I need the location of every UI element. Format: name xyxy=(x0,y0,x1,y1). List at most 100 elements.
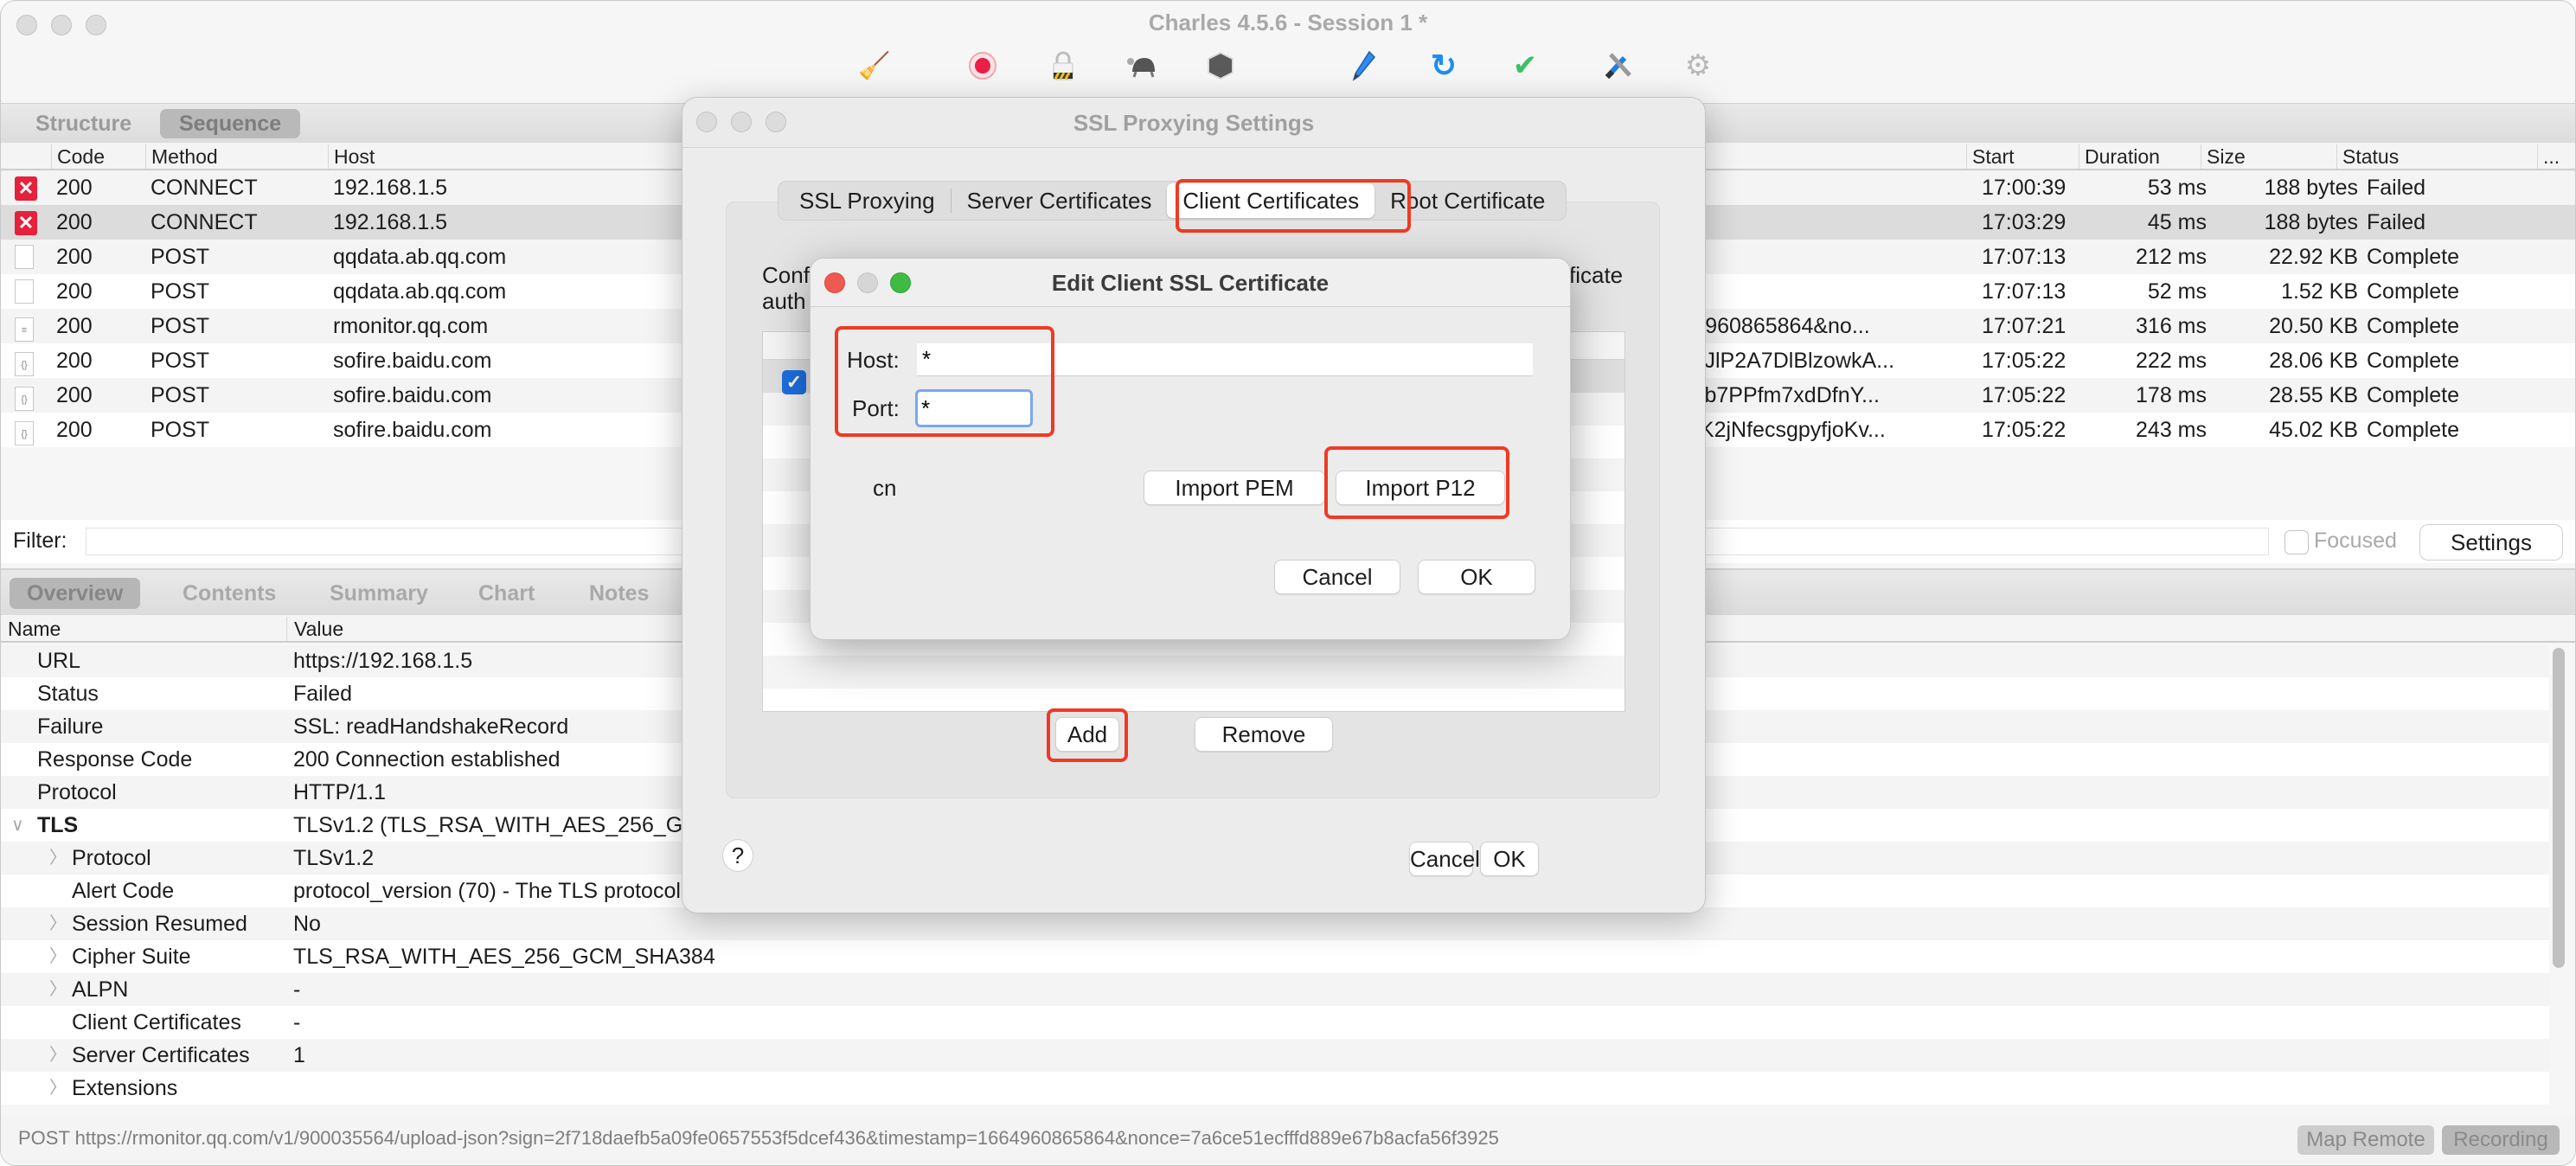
refresh-icon[interactable]: ↻ xyxy=(1426,48,1461,83)
status-bar: POST https://rmonitor.qq.com/v1/90003556… xyxy=(1,1115,2575,1165)
help-button[interactable]: ? xyxy=(722,839,753,872)
chevron-down-icon[interactable]: ∨ xyxy=(11,809,24,842)
status-cell: Complete xyxy=(2367,418,2459,442)
overview-name: Response Code xyxy=(37,747,193,772)
remove-certificate-button[interactable]: Remove xyxy=(1195,717,1333,752)
overview-name: ALPN xyxy=(72,977,129,1002)
tab-structure[interactable]: Structure xyxy=(16,109,151,138)
overview-row[interactable]: 〉 Extensions xyxy=(1,1072,2549,1105)
host-cell: qqdata.ab.qq.com xyxy=(333,279,507,304)
start-cell: 17:05:22 xyxy=(1982,349,2067,373)
size-cell: 28.55 KB xyxy=(2269,383,2358,407)
ssl-description-end: ficate xyxy=(1569,262,1624,288)
start-cell: 17:05:22 xyxy=(1982,418,2067,442)
column-header-status[interactable]: Status xyxy=(2336,144,2399,169)
focused-label: Focused xyxy=(2314,529,2397,553)
import-p12-button[interactable]: Import P12 xyxy=(1336,471,1505,505)
json-document-icon: {} xyxy=(15,421,34,445)
tools-icon[interactable] xyxy=(1601,48,1636,83)
tab-client-certificates[interactable]: Client Certificates xyxy=(1167,183,1375,218)
overview-row[interactable]: 〉 ALPN - xyxy=(1,973,2549,1006)
overview-value: TLS_RSA_WITH_AES_256_GCM_SHA384 xyxy=(293,945,715,969)
overview-scrollbar[interactable] xyxy=(2553,648,2565,968)
chevron-right-icon[interactable]: 〉 xyxy=(49,940,67,973)
overview-name: Failure xyxy=(37,714,104,739)
recording-button[interactable]: Recording xyxy=(2442,1125,2560,1155)
row-type-cell: {} xyxy=(15,413,41,447)
pen-icon[interactable] xyxy=(1346,48,1381,83)
size-cell: 28.06 KB xyxy=(2269,349,2358,373)
record-icon[interactable] xyxy=(965,48,1000,83)
overview-row[interactable]: Client Certificates - xyxy=(1,1006,2549,1039)
tab-chart[interactable]: Chart xyxy=(461,578,552,609)
gear-icon[interactable]: ⚙ xyxy=(1681,48,1715,83)
method-cell: POST xyxy=(151,245,210,269)
column-header-host[interactable]: Host xyxy=(328,144,375,169)
tab-overview[interactable]: Overview xyxy=(10,578,141,609)
host-input[interactable] xyxy=(917,343,1533,376)
broom-icon[interactable]: 🧹 xyxy=(857,48,892,83)
column-header-start[interactable]: Start xyxy=(1966,144,2015,169)
import-pem-button[interactable]: Import PEM xyxy=(1144,471,1325,505)
overview-name: Status xyxy=(37,682,99,706)
chevron-right-icon[interactable]: 〉 xyxy=(49,1072,67,1105)
tab-sequence[interactable]: Sequence xyxy=(160,109,301,138)
status-cell: Complete xyxy=(2367,245,2459,269)
chevron-right-icon[interactable]: 〉 xyxy=(49,973,67,1006)
code-cell: 200 xyxy=(56,176,93,200)
overview-header-value: Value xyxy=(286,617,343,641)
focused-checkbox[interactable] xyxy=(2284,530,2309,554)
edit-cancel-button[interactable]: Cancel xyxy=(1274,560,1400,594)
overview-value: HTTP/1.1 xyxy=(293,780,386,804)
tab-notes[interactable]: Notes xyxy=(572,578,666,609)
column-header-size[interactable]: Size xyxy=(2201,144,2246,169)
code-cell: 200 xyxy=(56,210,93,234)
overview-name: URL xyxy=(37,649,81,673)
tab-root-certificate[interactable]: Root Certificate xyxy=(1375,183,1560,218)
tab-server-certificates[interactable]: Server Certificates xyxy=(952,183,1168,218)
status-cell: Complete xyxy=(2367,383,2459,407)
port-input[interactable] xyxy=(915,389,1033,427)
overview-value: 200 Connection established xyxy=(293,747,561,772)
overview-name: Protocol xyxy=(37,780,117,804)
column-header-code[interactable]: Code xyxy=(51,144,105,169)
cert-enabled-checkbox[interactable]: ✓ xyxy=(782,370,806,394)
cert-table-row xyxy=(763,656,1624,689)
overview-value: Failed xyxy=(293,682,353,706)
edit-ok-button[interactable]: OK xyxy=(1418,560,1535,594)
overview-row[interactable]: 〉 Cipher Suite TLS_RSA_WITH_AES_256_GCM_SH… xyxy=(1,940,2549,973)
column-header-method[interactable]: Method xyxy=(145,144,218,169)
tab-contents[interactable]: Contents xyxy=(165,578,293,609)
chevron-right-icon[interactable]: 〉 xyxy=(49,907,67,940)
host-cell: 192.168.1.5 xyxy=(333,210,448,234)
overview-value: https://192.168.1.5 xyxy=(293,649,473,673)
filter-settings-button[interactable]: Settings xyxy=(2419,524,2563,561)
method-cell: CONNECT xyxy=(151,210,258,234)
edit-client-ssl-certificate-dialog: Edit Client SSL Certificate Host: Port: … xyxy=(810,258,1571,640)
method-cell: POST xyxy=(151,314,210,338)
ssl-ok-button[interactable]: OK xyxy=(1480,842,1539,876)
ssl-cancel-button[interactable]: Cancel xyxy=(1409,842,1480,876)
start-cell: 17:07:13 xyxy=(1982,245,2067,269)
turtle-icon[interactable] xyxy=(1124,48,1158,83)
column-chooser[interactable]: ... xyxy=(2537,144,2560,169)
lock-icon[interactable] xyxy=(1046,48,1080,83)
certificate-cn-label: cn xyxy=(873,475,897,501)
chevron-right-icon[interactable]: 〉 xyxy=(49,1039,67,1072)
checkmark-icon[interactable]: ✔ xyxy=(1508,48,1542,83)
tab-ssl-proxying[interactable]: SSL Proxying xyxy=(784,183,951,218)
map-remote-button[interactable]: Map Remote xyxy=(2297,1125,2434,1155)
column-header-duration[interactable]: Duration xyxy=(2079,144,2160,169)
row-type-cell: ✕ xyxy=(15,205,41,240)
overview-row[interactable]: 〉 Server Certificates 1 xyxy=(1,1039,2549,1072)
size-cell: 22.92 KB xyxy=(2269,245,2358,269)
duration-cell: 45 ms xyxy=(2147,210,2207,234)
add-certificate-button[interactable]: Add xyxy=(1055,717,1119,752)
method-cell: POST xyxy=(151,349,210,373)
stop-hexagon-icon[interactable] xyxy=(1203,48,1238,83)
tab-summary[interactable]: Summary xyxy=(312,578,445,609)
start-cell: 17:03:29 xyxy=(1982,210,2067,234)
size-cell: 20.50 KB xyxy=(2269,314,2358,338)
chevron-right-icon[interactable]: 〉 xyxy=(49,842,67,874)
code-cell: 200 xyxy=(56,418,93,442)
